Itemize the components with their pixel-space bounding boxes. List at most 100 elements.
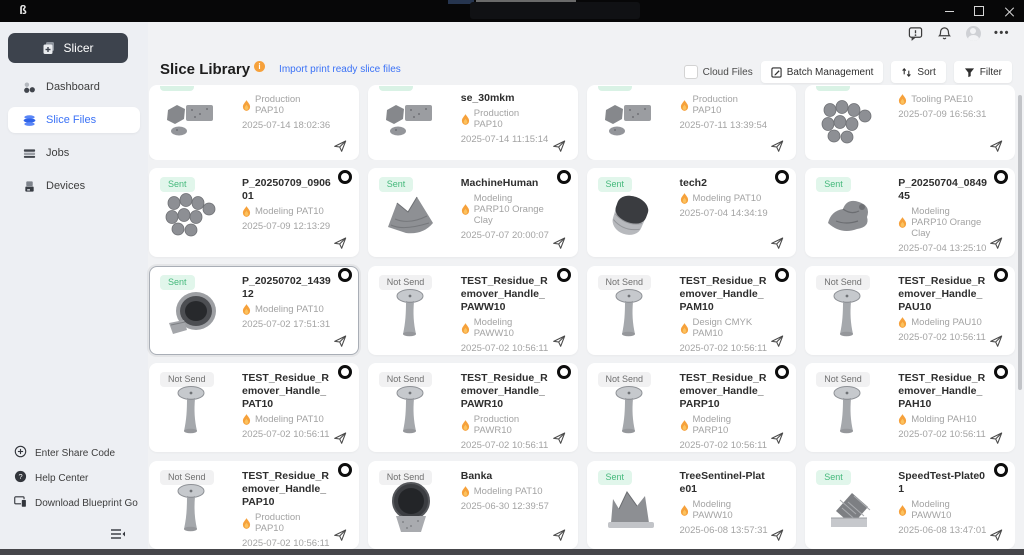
model-thumbnail	[162, 283, 222, 343]
timestamp: 2025-06-30 12:39:57	[461, 501, 551, 512]
card-meta: Production PAP102025-07-14 18:02:36	[242, 92, 332, 131]
slice-card[interactable]: Production PAP102025-07-14 18:02:36	[149, 85, 359, 160]
send-icon[interactable]	[551, 333, 567, 349]
send-icon[interactable]	[551, 527, 567, 543]
sort-button[interactable]: Sort	[891, 61, 945, 83]
model-thumbnail	[600, 478, 660, 538]
slice-card[interactable]: SentP_20250702_143912Modeling PAT102025-…	[149, 266, 359, 355]
maximize-button[interactable]	[964, 0, 994, 22]
send-icon[interactable]	[332, 138, 348, 154]
card-meta: SpeedTest-Plate01Modeling PAWW102025-06-…	[898, 470, 988, 536]
vertical-scrollbar[interactable]	[1018, 95, 1022, 390]
slice-card[interactable]: Not SendTEST_Residue_Remover_Handle_PAP1…	[149, 461, 359, 549]
flame-icon	[242, 304, 251, 315]
send-icon[interactable]	[551, 430, 567, 446]
sidebar-item-slice-files[interactable]: Slice Files	[8, 107, 140, 133]
material-row: Modeling PARP10	[680, 414, 770, 436]
notifications-bell-icon[interactable]	[936, 25, 952, 41]
timelapse-ring-icon	[557, 365, 571, 379]
sidebar-item-jobs[interactable]: Jobs	[8, 140, 140, 166]
filter-button[interactable]: Filter	[954, 61, 1012, 83]
close-button[interactable]	[994, 0, 1024, 22]
send-icon[interactable]	[332, 235, 348, 251]
slice-card[interactable]: Not SendTEST_Residue_Remover_Handle_PAWR…	[368, 363, 578, 452]
download-blueprint-go[interactable]: Download Blueprint Go	[14, 495, 138, 511]
slicer-app-button[interactable]: Slicer	[8, 33, 128, 63]
info-icon[interactable]: i	[254, 61, 265, 72]
help-center[interactable]: ? Help Center	[14, 470, 138, 486]
send-icon[interactable]	[551, 138, 567, 154]
send-icon[interactable]	[332, 430, 348, 446]
slice-card[interactable]: SentSpeedTest-Plate01Modeling PAWW102025…	[805, 461, 1015, 549]
cards-grid: Production PAP102025-07-14 18:02:36 se_30…	[149, 85, 1015, 549]
slice-card[interactable]: SentTreeSentinel-Plate01Modeling PAWW102…	[587, 461, 797, 549]
material-row: Modeling PAT10	[242, 206, 332, 217]
send-icon[interactable]	[769, 527, 785, 543]
model-thumbnail	[818, 185, 878, 245]
slice-card[interactable]: SentMachineHumanModeling PARP10 Orange C…	[368, 168, 578, 257]
flame-icon	[461, 204, 470, 215]
material-row: Modeling PAT10	[242, 414, 332, 425]
send-icon[interactable]	[769, 138, 785, 154]
material-label: Modeling PARP10	[693, 414, 770, 436]
send-icon[interactable]	[769, 235, 785, 251]
cloud-files-checkbox[interactable]	[684, 65, 698, 79]
sidebar-item-devices[interactable]: Devices	[8, 173, 140, 199]
flame-icon	[680, 505, 689, 516]
send-icon[interactable]	[332, 527, 348, 543]
timelapse-ring-icon	[994, 365, 1008, 379]
more-menu-icon[interactable]: •••	[994, 25, 1010, 41]
slice-files-icon	[22, 113, 36, 127]
material-label: Production PAP10	[474, 108, 551, 130]
material-row: Modeling PAT10	[242, 304, 332, 315]
slice-card[interactable]: Not SendTEST_Residue_Remover_Handle_PAM1…	[587, 266, 797, 355]
slice-card[interactable]: Production PAP102025-07-11 13:39:54	[587, 85, 797, 160]
send-icon[interactable]	[988, 235, 1004, 251]
send-icon[interactable]	[988, 527, 1004, 543]
flame-icon	[242, 206, 251, 217]
slice-card[interactable]: Not SendTEST_Residue_Remover_Handle_PAT1…	[149, 363, 359, 452]
send-icon[interactable]	[988, 138, 1004, 154]
collapse-sidebar-icon[interactable]	[110, 527, 126, 541]
footer-item-label: Enter Share Code	[35, 448, 115, 459]
card-meta: TEST_Residue_Remover_Handle_PAU10Modelin…	[898, 275, 988, 343]
send-icon[interactable]	[988, 333, 1004, 349]
slice-card[interactable]: se_30mkmProduction PAP102025-07-14 11:15…	[368, 85, 578, 160]
send-icon[interactable]	[769, 333, 785, 349]
model-thumbnail	[381, 478, 441, 538]
material-label: Modeling PAWW10	[911, 499, 988, 521]
slice-card[interactable]: Not SendTEST_Residue_Remover_Handle_PAH1…	[805, 363, 1015, 452]
card-meta: TreeSentinel-Plate01Modeling PAWW102025-…	[680, 470, 770, 536]
slice-card[interactable]: Not SendTEST_Residue_Remover_Handle_PARP…	[587, 363, 797, 452]
send-icon[interactable]	[332, 333, 348, 349]
user-avatar[interactable]	[965, 25, 981, 41]
timelapse-ring-icon	[557, 268, 571, 282]
sidebar-item-dashboard[interactable]: Dashboard	[8, 74, 140, 100]
send-status-badge-clipped	[598, 86, 632, 91]
enter-share-code[interactable]: Enter Share Code	[14, 445, 138, 461]
slice-card[interactable]: Tooling PAE102025-07-09 16:56:31	[805, 85, 1015, 160]
send-icon[interactable]	[769, 430, 785, 446]
send-icon[interactable]	[551, 235, 567, 251]
feedback-icon[interactable]	[907, 25, 923, 41]
model-thumbnail	[381, 283, 441, 343]
slice-card[interactable]: SentP_20250709_090601Modeling PAT102025-…	[149, 168, 359, 257]
timestamp: 2025-07-09 16:56:31	[898, 109, 988, 120]
material-row: Modeling PAWW10	[461, 317, 551, 339]
model-thumbnail	[818, 380, 878, 440]
slice-card[interactable]: Not SendTEST_Residue_Remover_Handle_PAWW…	[368, 266, 578, 355]
import-slice-files-link[interactable]: Import print ready slice files	[279, 64, 401, 75]
minimize-button[interactable]	[934, 0, 964, 22]
flame-icon	[461, 114, 470, 125]
card-meta: TEST_Residue_Remover_Handle_PAP10Product…	[242, 470, 332, 549]
slice-card[interactable]: SentP_20250704_084945Modeling PARP10 Ora…	[805, 168, 1015, 257]
cloud-files-toggle[interactable]: Cloud Files	[684, 65, 753, 79]
batch-management-button[interactable]: Batch Management	[761, 61, 884, 83]
footer-item-label: Help Center	[35, 473, 88, 484]
slice-card[interactable]: Senttech2Modeling PAT102025-07-04 14:34:…	[587, 168, 797, 257]
card-meta: P_20250702_143912Modeling PAT102025-07-0…	[242, 275, 332, 330]
batch-edit-icon	[771, 67, 782, 78]
send-icon[interactable]	[988, 430, 1004, 446]
slice-card[interactable]: Not SendTEST_Residue_Remover_Handle_PAU1…	[805, 266, 1015, 355]
slice-card[interactable]: Not SendBankaModeling PAT102025-06-30 12…	[368, 461, 578, 549]
